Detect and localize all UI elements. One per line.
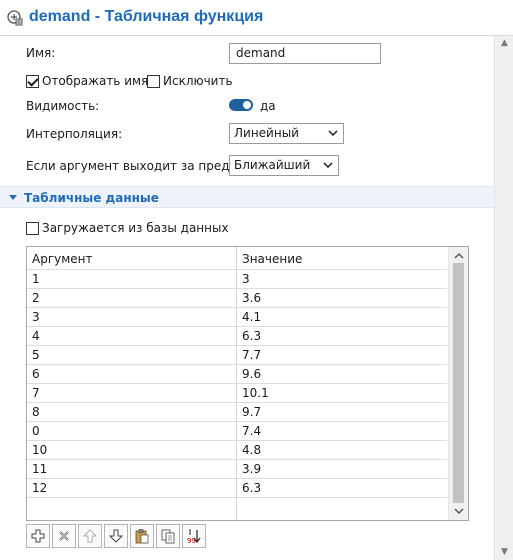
table-scroll-thumb[interactable] [453, 263, 464, 503]
table-row[interactable]: 11 3.9 [27, 459, 447, 478]
interpolation-select[interactable]: Линейный [229, 123, 344, 144]
argument-cell[interactable]: 1 [32, 272, 40, 286]
panel-scrollbar[interactable]: ▲ ▼ [494, 36, 513, 560]
table-row[interactable]: 2 3.6 [27, 288, 447, 307]
value-cell[interactable]: 9.6 [242, 367, 261, 381]
argument-cell[interactable]: 8 [32, 405, 40, 419]
table-row[interactable]: 13 [27, 269, 447, 288]
table-row[interactable]: 6 9.6 [27, 364, 447, 383]
paste-button[interactable] [130, 524, 154, 548]
value-cell[interactable]: 4.1 [242, 310, 261, 324]
show-name-label: Отображать имя [42, 74, 149, 88]
table-row[interactable]: 0 7.4 [27, 421, 447, 440]
load-from-db-option[interactable]: Загружается из базы данных [26, 221, 229, 235]
argument-cell[interactable]: 12 [32, 481, 47, 495]
visibility-value: да [260, 99, 276, 113]
value-cell[interactable]: 10.1 [242, 386, 269, 400]
table-row[interactable]: 10 4.8 [27, 440, 447, 459]
table-row[interactable]: 12 6.3 [27, 478, 447, 497]
argument-cell[interactable]: 6 [32, 367, 40, 381]
chevron-down-icon [328, 130, 338, 137]
name-label: Имя: [26, 46, 56, 60]
value-cell[interactable]: 7.7 [242, 348, 261, 362]
interpolation-label: Интерполяция: [26, 127, 123, 141]
section-title: Табличные данные [24, 191, 159, 205]
sort-button[interactable]: 99 [182, 524, 206, 548]
value-cell[interactable]: 3.6 [242, 291, 261, 305]
column-header-argument[interactable]: Аргумент [27, 247, 93, 269]
argument-cell[interactable]: 10 [32, 443, 47, 457]
visibility-label: Видимость: [26, 99, 100, 113]
out-of-range-label: Если аргумент выходит за пределы: [26, 159, 259, 173]
table-row-empty[interactable] [27, 497, 447, 516]
move-up-button[interactable] [78, 524, 102, 548]
argument-cell[interactable]: 5 [32, 348, 40, 362]
title-bar: demand - Табличная функция [0, 0, 513, 36]
collapse-triangle-icon[interactable] [9, 195, 17, 200]
load-from-db-checkbox[interactable] [26, 221, 39, 235]
table-row[interactable]: 5 7.7 [27, 345, 447, 364]
exclude-label: Исключить [163, 74, 233, 88]
out-of-range-value: Ближайший [234, 158, 311, 172]
copy-icon [161, 529, 175, 544]
argument-cell[interactable]: 11 [32, 462, 47, 476]
scroll-down-arrow-icon[interactable]: ▼ [500, 548, 509, 557]
delete-row-icon [59, 531, 69, 541]
argument-cell[interactable]: 4 [32, 329, 40, 343]
argument-cell[interactable]: 2 [32, 291, 40, 305]
exclude-option[interactable]: Исключить [147, 74, 233, 88]
page-title: demand - Табличная функция [29, 8, 264, 25]
paste-icon [135, 529, 149, 544]
table-function-icon [7, 10, 23, 26]
out-of-range-select[interactable]: Ближайший [229, 155, 339, 176]
argument-cell[interactable]: 0 [32, 424, 40, 438]
table-row[interactable]: 7 10.1 [27, 383, 447, 402]
value-cell[interactable]: 3.9 [242, 462, 261, 476]
value-cell[interactable]: 3 [242, 272, 250, 286]
move-down-button[interactable] [104, 524, 128, 548]
table-row[interactable]: 3 4.1 [27, 307, 447, 326]
table-toolbar: 99 [26, 524, 206, 550]
table-row[interactable]: 8 9.7 [27, 402, 447, 421]
move-down-icon [108, 529, 124, 543]
show-name-option[interactable]: Отображать имя [26, 74, 148, 88]
scroll-up-icon[interactable] [454, 251, 464, 261]
exclude-checkbox[interactable] [147, 74, 160, 88]
copy-button[interactable] [156, 524, 180, 548]
show-name-checkbox[interactable] [26, 74, 39, 88]
delete-row-button[interactable] [52, 524, 76, 548]
value-cell[interactable]: 4.8 [242, 443, 261, 457]
table-scrollbar[interactable] [448, 247, 468, 520]
value-cell[interactable]: 6.3 [242, 481, 261, 495]
value-cell[interactable]: 7.4 [242, 424, 261, 438]
table-data-section-header[interactable]: Табличные данные [0, 186, 494, 208]
scroll-down-icon[interactable] [454, 506, 464, 516]
name-field[interactable]: demand [229, 43, 381, 64]
data-table[interactable]: Аргумент Значение 13 2 3.6 3 4.1 4 6.3 5 7.7… [26, 246, 469, 521]
sort-icon: 99 [187, 529, 201, 544]
column-header-value[interactable]: Значение [237, 247, 302, 269]
interpolation-value: Линейный [234, 126, 299, 140]
argument-cell[interactable]: 7 [32, 386, 40, 400]
table-row[interactable]: 4 6.3 [27, 326, 447, 345]
chevron-down-icon [323, 162, 333, 169]
add-row-icon [31, 529, 45, 543]
add-row-button[interactable] [26, 524, 50, 548]
visibility-toggle[interactable] [229, 99, 253, 111]
value-cell[interactable]: 6.3 [242, 329, 261, 343]
scroll-up-arrow-icon[interactable]: ▲ [500, 39, 509, 48]
load-from-db-label: Загружается из базы данных [42, 221, 229, 235]
move-up-icon [82, 529, 98, 543]
value-cell[interactable]: 9.7 [242, 405, 261, 419]
argument-cell[interactable]: 3 [32, 310, 40, 324]
